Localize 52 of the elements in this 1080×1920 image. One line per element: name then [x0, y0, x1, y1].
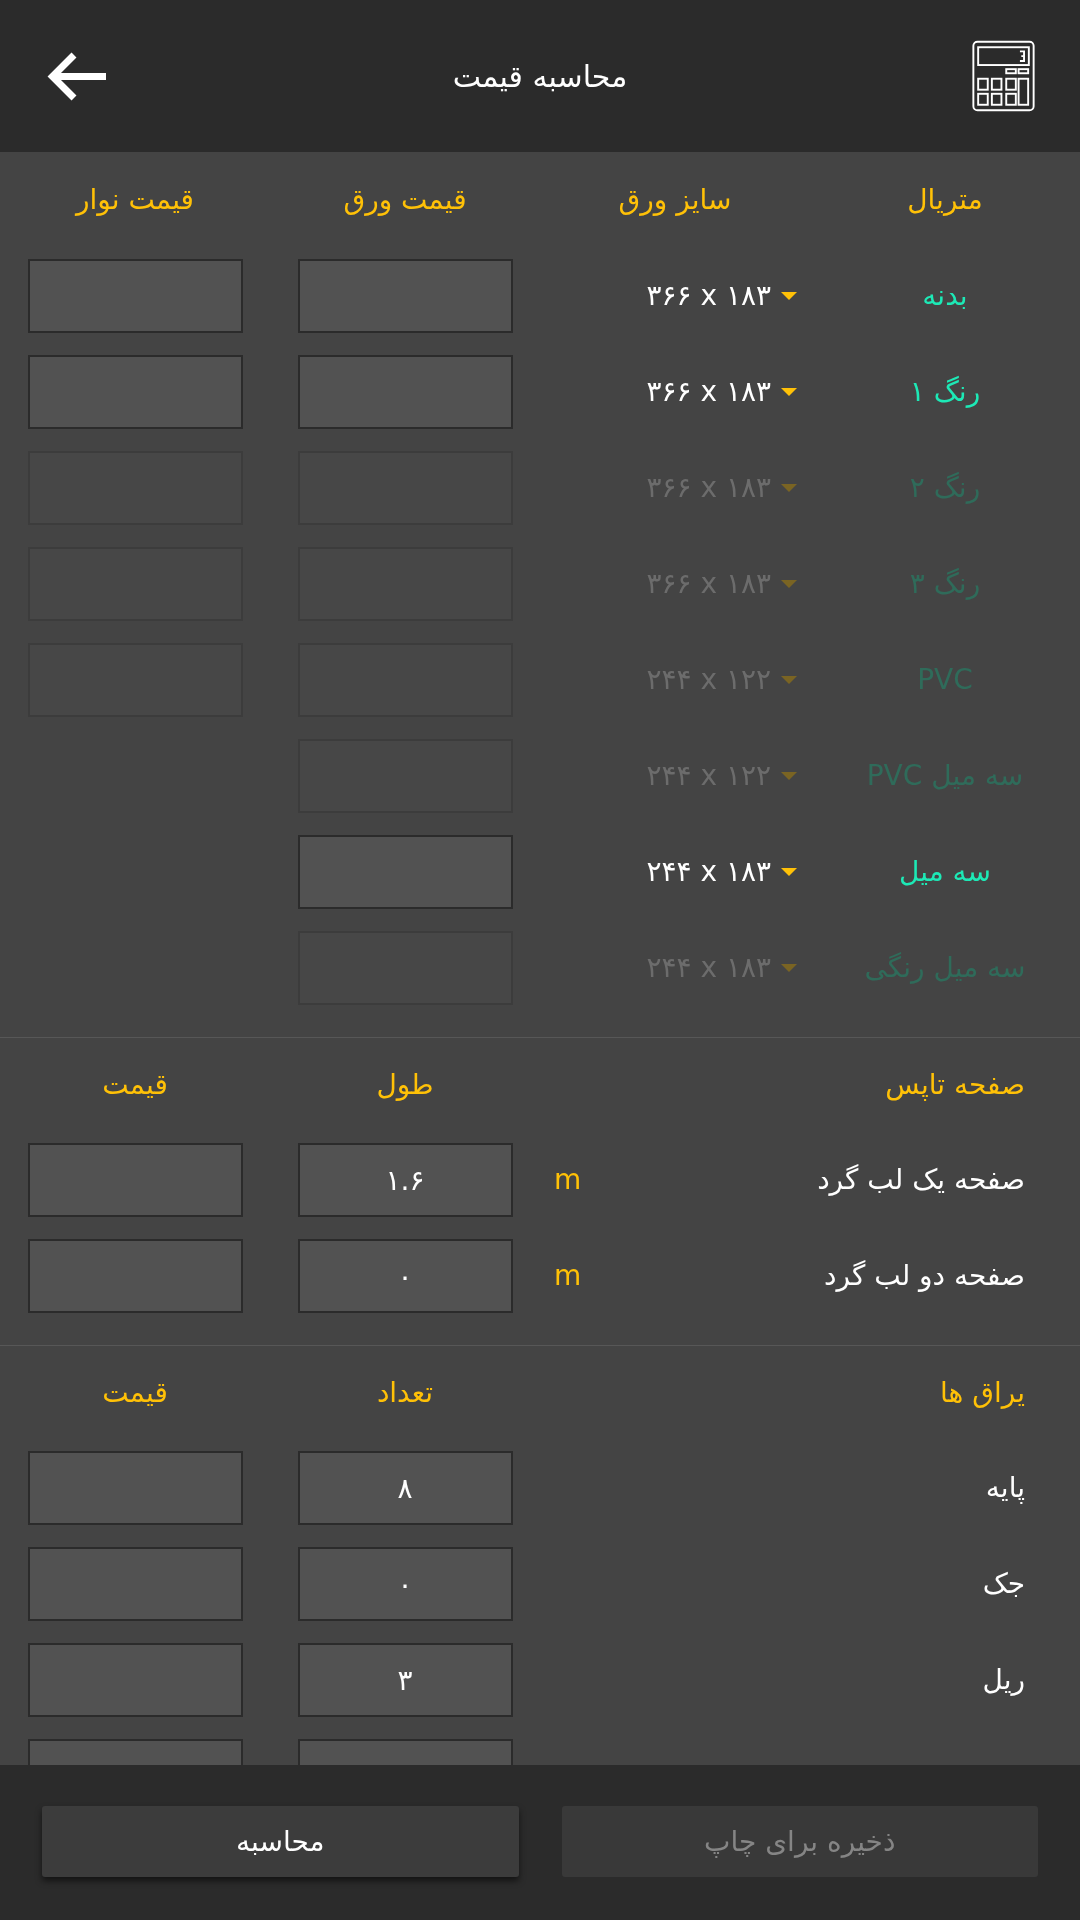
size-dropdown[interactable]: ۲۴۴ x ۱۸۳ — [646, 851, 797, 893]
row-label: جک — [982, 1566, 1025, 1602]
section-title: یراق ها — [940, 1375, 1025, 1411]
caret-icon — [781, 484, 797, 492]
calculator-icon[interactable] — [972, 40, 1035, 112]
caret-icon — [781, 868, 797, 876]
size-dropdown[interactable]: ۳۶۶ x ۱۸۳ — [646, 371, 797, 413]
quantity-field[interactable] — [297, 1739, 513, 1765]
material-label: بدنه — [922, 278, 968, 314]
section-title: صفحه تاپس — [885, 1067, 1025, 1103]
quantity-field[interactable]: ۸ — [297, 1451, 513, 1525]
row-label: صفحه دو لب گرد — [824, 1258, 1025, 1294]
price-field[interactable] — [27, 1643, 243, 1717]
quantity-field[interactable]: ۰ — [297, 1547, 513, 1621]
sheet-price-field[interactable] — [297, 259, 513, 333]
screen-title: محاسبه قیمت — [452, 57, 628, 96]
sheet-price-field[interactable] — [297, 355, 513, 429]
column-header: قیمت نوار — [76, 182, 194, 218]
sheet-price-field[interactable] — [297, 835, 513, 909]
back-icon[interactable] — [45, 50, 108, 102]
length-field[interactable]: ۰ — [297, 1239, 513, 1313]
row-label: پایه — [985, 1470, 1025, 1506]
column-header: قیمت ورق — [343, 182, 467, 218]
column-header: طول — [376, 1067, 434, 1103]
price-field[interactable] — [27, 1547, 243, 1621]
price-field[interactable] — [27, 1239, 243, 1313]
column-header: تعداد — [376, 1375, 434, 1411]
price-field[interactable] — [27, 1143, 243, 1217]
column-header: سایز ورق — [618, 182, 732, 218]
length-field[interactable]: ۱.۶ — [297, 1143, 513, 1217]
tape-price-field[interactable] — [27, 259, 243, 333]
caret-icon — [781, 292, 797, 300]
material-label: سه میل — [899, 854, 991, 890]
price-field[interactable] — [27, 1739, 243, 1765]
column-header: متریال — [907, 182, 983, 218]
column-header: قیمت — [102, 1067, 168, 1103]
unit-label: m — [554, 1258, 582, 1294]
caret-icon — [781, 676, 797, 684]
unit-label: m — [554, 1162, 582, 1198]
caret-icon — [781, 964, 797, 972]
caret-icon — [781, 388, 797, 396]
size-dropdown[interactable]: ۳۶۶ x ۱۸۳ — [646, 275, 797, 317]
price-field[interactable] — [27, 1451, 243, 1525]
column-header: قیمت — [102, 1375, 168, 1411]
material-label: رنگ ۱ — [909, 374, 981, 410]
calculate-button[interactable]: محاسبه — [42, 1806, 519, 1877]
row-label: ریل — [982, 1662, 1025, 1698]
quantity-field[interactable]: ۳ — [297, 1643, 513, 1717]
tape-price-field[interactable] — [27, 355, 243, 429]
row-label: صفحه یک لب گرد — [817, 1162, 1025, 1198]
caret-icon — [781, 580, 797, 588]
caret-icon — [781, 772, 797, 780]
